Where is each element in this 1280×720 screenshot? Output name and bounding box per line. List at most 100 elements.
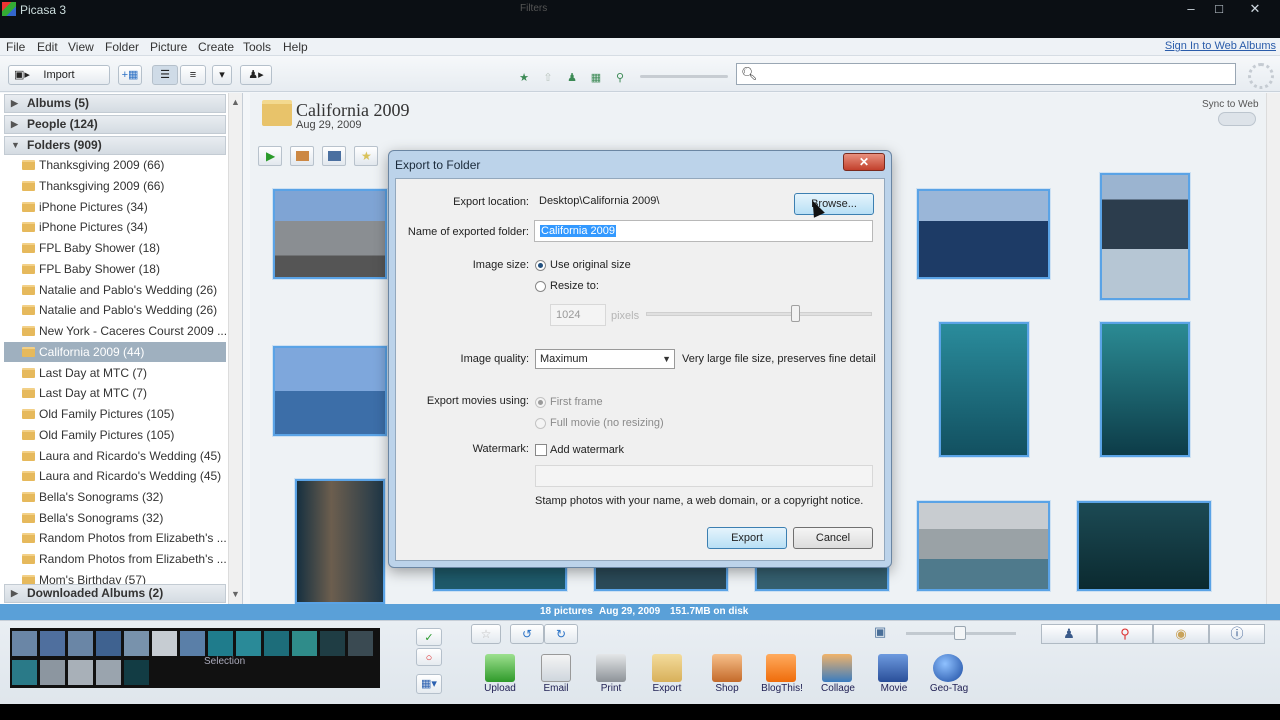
scroll-up-icon[interactable]: ▲ bbox=[231, 97, 240, 107]
movie-label[interactable]: Movie bbox=[866, 683, 922, 694]
album-scrollbar[interactable] bbox=[1266, 93, 1280, 604]
rotate-right-button[interactable]: ↻ bbox=[544, 624, 578, 644]
cancel-button[interactable]: Cancel bbox=[793, 527, 873, 549]
folder-item[interactable]: Natalie and Pablo's Wedding (26) bbox=[18, 300, 226, 320]
library-scrollbar[interactable]: ▲ ▼ bbox=[228, 93, 242, 604]
face-filter-icon[interactable]: ♟ bbox=[564, 70, 580, 86]
folder-item[interactable]: Random Photos from Elizabeth's ... bbox=[18, 528, 226, 548]
resize-slider-knob[interactable] bbox=[791, 305, 800, 322]
collage-icon[interactable] bbox=[822, 654, 852, 682]
collage-button[interactable] bbox=[290, 146, 314, 166]
folder-item[interactable]: Bella's Sonograms (32) bbox=[18, 508, 226, 528]
collage-label[interactable]: Collage bbox=[810, 683, 866, 694]
menu-edit[interactable]: Edit bbox=[37, 40, 58, 54]
album-add-button[interactable]: ▦▾ bbox=[416, 674, 442, 694]
photo-thumbnail[interactable] bbox=[1077, 501, 1211, 591]
use-original-size-label[interactable]: Use original size bbox=[550, 259, 631, 271]
movie-icon[interactable] bbox=[878, 654, 908, 682]
export-folder-icon[interactable] bbox=[652, 654, 682, 682]
upload-icon[interactable] bbox=[485, 654, 515, 682]
photo-thumbnail[interactable] bbox=[594, 566, 728, 591]
tray-thumbnail[interactable] bbox=[40, 631, 65, 656]
photo-thumbnail[interactable] bbox=[939, 322, 1029, 457]
tray-thumbnail[interactable] bbox=[12, 631, 37, 656]
geotag-filter-icon[interactable]: ⚲ bbox=[612, 70, 628, 86]
folder-item[interactable]: Laura and Ricardo's Wedding (45) bbox=[18, 466, 226, 486]
menu-picture[interactable]: Picture bbox=[150, 40, 187, 54]
shop-label[interactable]: Shop bbox=[699, 683, 755, 694]
maximize-button[interactable]: □ bbox=[1206, 0, 1232, 18]
tray-thumbnail[interactable] bbox=[12, 660, 37, 685]
albums-header[interactable]: ▶ Albums (5) bbox=[4, 94, 226, 113]
browse-button[interactable]: Browse... bbox=[794, 193, 874, 215]
folders-header[interactable]: ▼ Folders (909) bbox=[4, 136, 226, 155]
slideshow-button[interactable]: ▶ bbox=[258, 146, 282, 166]
watermark-text-input[interactable] bbox=[535, 465, 873, 487]
tray-thumbnail[interactable] bbox=[40, 660, 65, 685]
folder-item[interactable]: Mom's Birthday (57) bbox=[18, 570, 226, 584]
folder-item[interactable]: New York - Caceres Courst 2009 ... bbox=[18, 321, 226, 341]
scroll-down-icon[interactable]: ▼ bbox=[231, 589, 240, 599]
folder-item[interactable]: Old Family Pictures (105) bbox=[18, 425, 226, 445]
tray-thumbnail[interactable] bbox=[180, 631, 205, 656]
photo-thumbnail[interactable] bbox=[273, 346, 387, 436]
folder-item[interactable]: FPL Baby Shower (18) bbox=[18, 259, 226, 279]
blogger-icon[interactable] bbox=[766, 654, 796, 682]
google-earth-icon[interactable] bbox=[933, 654, 963, 682]
sign-in-link[interactable]: Sign In to Web Albums bbox=[1165, 40, 1276, 52]
tray-thumbnail[interactable] bbox=[96, 631, 121, 656]
import-button[interactable]: ▣▸ Import bbox=[8, 65, 110, 85]
star-selection-button[interactable]: ☆ bbox=[471, 624, 501, 644]
photo-thumbnail[interactable] bbox=[1100, 322, 1190, 457]
folder-item[interactable]: Last Day at MTC (7) bbox=[18, 363, 226, 383]
folder-item[interactable]: iPhone Pictures (34) bbox=[18, 217, 226, 237]
tray-thumbnail[interactable] bbox=[96, 660, 121, 685]
minimize-button[interactable]: – bbox=[1178, 0, 1204, 18]
star-button[interactable]: ★ bbox=[354, 146, 378, 166]
email-icon[interactable] bbox=[541, 654, 571, 682]
folder-item[interactable]: Bella's Sonograms (32) bbox=[18, 487, 226, 507]
print-label[interactable]: Print bbox=[583, 683, 639, 694]
hold-button[interactable]: ✓ bbox=[416, 628, 442, 646]
menu-tools[interactable]: Tools bbox=[243, 40, 271, 54]
star-filter-icon[interactable]: ★ bbox=[516, 70, 532, 86]
shop-icon[interactable] bbox=[712, 654, 742, 682]
folder-item[interactable]: Old Family Pictures (105) bbox=[18, 404, 226, 424]
people-manager-button[interactable]: ♟▸ bbox=[240, 65, 272, 85]
folder-item[interactable]: Thanksgiving 2009 (66) bbox=[18, 176, 226, 196]
folder-item[interactable]: FPL Baby Shower (18) bbox=[18, 238, 226, 258]
export-label[interactable]: Export bbox=[639, 683, 695, 694]
folder-item[interactable]: Laura and Ricardo's Wedding (45) bbox=[18, 446, 226, 466]
folder-item[interactable]: Random Photos from Elizabeth's ... bbox=[18, 549, 226, 569]
photo-thumbnail[interactable] bbox=[433, 566, 567, 591]
view-dropdown-button[interactable]: ▾ bbox=[212, 65, 232, 85]
tags-panel-button[interactable]: ◉ bbox=[1153, 624, 1209, 644]
tray-thumbnail[interactable] bbox=[320, 631, 345, 656]
photo-thumbnail[interactable] bbox=[917, 189, 1050, 279]
folder-item-selected[interactable]: California 2009 (44) bbox=[4, 342, 226, 362]
resize-to-radio[interactable] bbox=[535, 281, 546, 292]
movie-button[interactable] bbox=[322, 146, 346, 166]
photo-thumbnail[interactable] bbox=[917, 501, 1050, 591]
tray-thumbnail[interactable] bbox=[68, 631, 93, 656]
folder-name-input[interactable]: California 2009 bbox=[534, 220, 873, 242]
resize-pixels-input[interactable]: 1024 bbox=[550, 304, 606, 326]
clear-button[interactable]: ○ bbox=[416, 648, 442, 666]
menu-file[interactable]: File bbox=[6, 40, 25, 54]
downloaded-albums-header[interactable]: ▶ Downloaded Albums (2) bbox=[4, 584, 226, 603]
tray-thumbnail[interactable] bbox=[292, 631, 317, 656]
upload-filter-icon[interactable]: ⇧ bbox=[540, 70, 556, 86]
thumbnail-size-knob[interactable] bbox=[954, 626, 966, 640]
menu-help[interactable]: Help bbox=[283, 40, 308, 54]
photo-thumbnail[interactable] bbox=[295, 479, 385, 604]
menu-create[interactable]: Create bbox=[198, 40, 234, 54]
folder-item[interactable]: Last Day at MTC (7) bbox=[18, 383, 226, 403]
search-input[interactable]: 🔍︎ bbox=[736, 63, 1236, 85]
blogthis-label[interactable]: BlogThis! bbox=[754, 683, 810, 694]
photo-thumbnail[interactable] bbox=[755, 566, 889, 591]
tray-thumbnail[interactable] bbox=[124, 631, 149, 656]
tray-thumbnail[interactable] bbox=[348, 631, 373, 656]
photo-thumbnail[interactable] bbox=[1100, 173, 1190, 300]
info-panel-button[interactable]: ⓘ bbox=[1209, 624, 1265, 644]
resize-slider[interactable] bbox=[646, 312, 872, 316]
